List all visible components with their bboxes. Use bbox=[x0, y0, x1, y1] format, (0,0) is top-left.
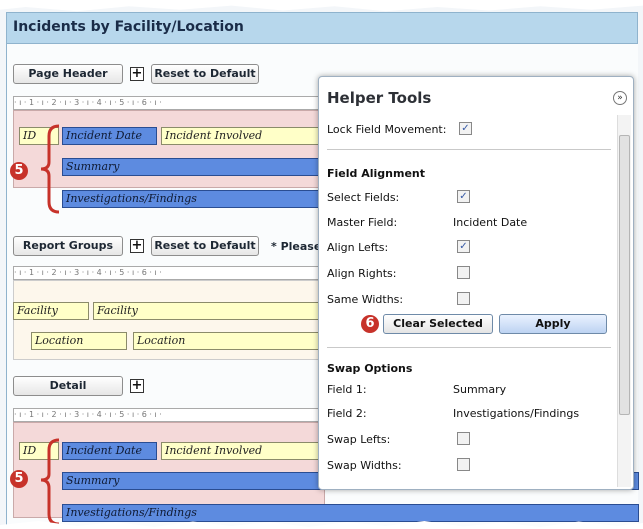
swap-widths-label: Swap Widths: bbox=[327, 459, 402, 472]
callout-badge-6: 6 bbox=[361, 315, 379, 333]
page-header-reset-button[interactable]: Reset to Default bbox=[151, 64, 259, 84]
detail-field-incident-date[interactable]: Incident Date bbox=[62, 442, 157, 460]
detail-button[interactable]: Detail bbox=[13, 376, 123, 396]
group-field-facility-label[interactable]: Facility bbox=[13, 302, 89, 320]
field-1-label: Field 1: bbox=[327, 383, 367, 396]
collapse-panel-icon[interactable]: » bbox=[613, 91, 627, 105]
lock-field-movement-label: Lock Field Movement: bbox=[327, 123, 447, 136]
field-2-label: Field 2: bbox=[327, 407, 367, 420]
page-header-field-summary[interactable]: Summary bbox=[62, 158, 325, 176]
swap-options-heading: Swap Options bbox=[327, 362, 413, 375]
lock-field-movement-checkbox[interactable]: ✓ bbox=[459, 122, 472, 135]
helper-scrollbar[interactable] bbox=[617, 115, 631, 487]
callout-badge-5-top: 5 bbox=[10, 162, 28, 180]
page-header-button[interactable]: Page Header bbox=[13, 64, 123, 84]
expand-page-header-icon[interactable]: + bbox=[130, 67, 144, 81]
select-fields-label: Select Fields: bbox=[327, 191, 400, 204]
helper-tools-panel: Helper Tools » Lock Field Movement: ✓ Fi… bbox=[318, 76, 634, 490]
align-rights-label: Align Rights: bbox=[327, 267, 397, 280]
select-fields-checkbox[interactable]: ✓ bbox=[457, 190, 470, 203]
callout-badge-5-bottom: 5 bbox=[10, 470, 28, 488]
clear-selected-button[interactable]: Clear Selected bbox=[383, 314, 493, 334]
group-field-facility-value[interactable]: Facility bbox=[93, 302, 325, 320]
brace-icon-top bbox=[40, 124, 60, 214]
page-header-field-incident-involved[interactable]: Incident Involved bbox=[161, 127, 325, 145]
field-2-value: Investigations/Findings bbox=[453, 407, 580, 420]
scrollbar-thumb[interactable] bbox=[619, 135, 630, 415]
same-widths-checkbox[interactable] bbox=[457, 292, 470, 305]
same-widths-label: Same Widths: bbox=[327, 293, 404, 306]
report-groups-note: * Please bbox=[271, 240, 322, 253]
divider bbox=[327, 149, 611, 150]
expand-detail-icon[interactable]: + bbox=[130, 379, 144, 393]
divider bbox=[327, 347, 611, 348]
align-rights-checkbox[interactable] bbox=[457, 266, 470, 279]
helper-tools-title: Helper Tools bbox=[327, 89, 432, 107]
detail-ruler: · ı · 1 · ı · 2 · ı · 3 · ı · 4 · ı · 5 … bbox=[13, 408, 325, 422]
detail-field-incident-involved[interactable]: Incident Involved bbox=[161, 442, 325, 460]
master-field-value: Incident Date bbox=[453, 216, 528, 229]
swap-lefts-label: Swap Lefts: bbox=[327, 433, 391, 446]
page-header-ruler: · ı · 1 · ı · 2 · ı · 3 · ı · 4 · ı · 5 … bbox=[13, 96, 325, 110]
master-field-label: Master Field: bbox=[327, 216, 398, 229]
group-field-location-label[interactable]: Location bbox=[31, 332, 127, 350]
brace-icon-bottom bbox=[40, 438, 60, 526]
field-1-value: Summary bbox=[453, 383, 507, 396]
group-field-location-value[interactable]: Location bbox=[133, 332, 325, 350]
title-bar: Incidents by Facility/Location bbox=[6, 12, 638, 44]
report-designer-page: Incidents by Facility/Location Page Head… bbox=[0, 0, 643, 529]
report-groups-ruler: · ı · 1 · ı · 2 · ı · 3 · ı · 4 · ı · 5 … bbox=[13, 266, 325, 280]
page-header-field-investigations[interactable]: Investigations/Findings bbox=[62, 190, 325, 208]
align-lefts-checkbox[interactable]: ✓ bbox=[457, 240, 470, 253]
apply-button[interactable]: Apply bbox=[499, 314, 607, 334]
report-groups-reset-button[interactable]: Reset to Default bbox=[151, 236, 259, 256]
report-groups-button[interactable]: Report Groups bbox=[13, 236, 123, 256]
page-header-field-incident-date[interactable]: Incident Date bbox=[62, 127, 157, 145]
page-title: Incidents by Facility/Location bbox=[13, 19, 244, 35]
align-lefts-label: Align Lefts: bbox=[327, 241, 389, 254]
expand-report-groups-icon[interactable]: + bbox=[130, 239, 144, 253]
detail-field-investigations[interactable]: Investigations/Findings bbox=[62, 504, 639, 522]
swap-lefts-checkbox[interactable] bbox=[457, 432, 470, 445]
swap-widths-checkbox[interactable] bbox=[457, 458, 470, 471]
field-alignment-heading: Field Alignment bbox=[327, 167, 425, 180]
